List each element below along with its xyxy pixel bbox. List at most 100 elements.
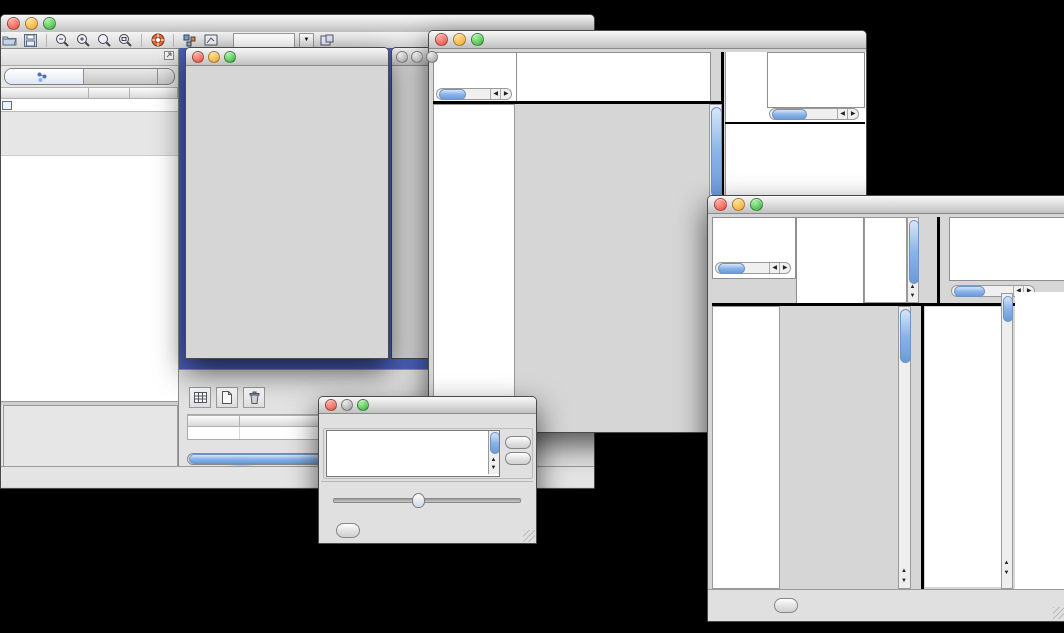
open-folder-icon[interactable] bbox=[1, 33, 18, 48]
move-up-button[interactable] bbox=[505, 436, 531, 449]
annotation-icon[interactable] bbox=[202, 33, 219, 48]
control-panel-tabs bbox=[4, 68, 175, 85]
treeview2-title-bar[interactable] bbox=[708, 196, 1064, 214]
similarity-matrix-canvas[interactable] bbox=[729, 124, 777, 172]
zoom-window-button[interactable] bbox=[750, 198, 763, 211]
minimize-button[interactable] bbox=[208, 51, 220, 63]
hscroll-thumb[interactable] bbox=[718, 263, 745, 274]
hscroll-thumb[interactable] bbox=[954, 286, 985, 297]
resize-grip[interactable] bbox=[1053, 607, 1064, 619]
network-view-canvas[interactable] bbox=[186, 66, 386, 357]
close-button[interactable] bbox=[325, 399, 337, 411]
move-down-button[interactable] bbox=[505, 452, 531, 465]
vscroll-thumb[interactable] bbox=[711, 107, 722, 197]
close-button[interactable] bbox=[396, 51, 408, 63]
hscroll-thumb[interactable] bbox=[439, 89, 466, 100]
column-label[interactable] bbox=[865, 218, 871, 302]
scroll-left-icon[interactable]: ◀ bbox=[490, 89, 501, 99]
scroll-down-icon[interactable]: ▼ bbox=[1002, 568, 1011, 578]
table-grid-icon[interactable] bbox=[189, 387, 211, 408]
animation-slider-thumb[interactable] bbox=[412, 493, 425, 508]
save-icon[interactable] bbox=[22, 33, 39, 48]
new-document-icon[interactable] bbox=[216, 387, 238, 408]
attribute-list-vscrollbar[interactable]: ▲ ▼ bbox=[488, 431, 499, 474]
vscroll-thumb[interactable] bbox=[490, 432, 500, 454]
usage-hints-hscrollbar[interactable]: ◀ ▶ bbox=[769, 108, 859, 120]
attribute-browser-icon[interactable] bbox=[318, 33, 335, 48]
tab-more-arrow[interactable] bbox=[158, 69, 174, 84]
treeview1-title-bar[interactable] bbox=[429, 31, 866, 49]
vscroll-thumb[interactable] bbox=[900, 309, 911, 363]
treeview2-buttons bbox=[774, 598, 798, 613]
network-view-canvas-2[interactable] bbox=[392, 66, 429, 357]
scroll-left-icon[interactable]: ◀ bbox=[837, 109, 848, 119]
help-lifesaver-icon[interactable] bbox=[149, 33, 166, 48]
minimize-button[interactable] bbox=[25, 17, 38, 30]
scroll-up-icon[interactable]: ▲ bbox=[899, 566, 909, 576]
zoom-window-button[interactable] bbox=[471, 33, 484, 46]
scroll-down-icon[interactable]: ▼ bbox=[908, 291, 917, 301]
expression-heatmap-canvas[interactable] bbox=[515, 104, 709, 401]
row-dendrogram-canvas[interactable] bbox=[434, 105, 514, 400]
close-button[interactable] bbox=[435, 33, 448, 46]
minimize-button[interactable] bbox=[453, 33, 466, 46]
view-status-panel: ◀ ▶ bbox=[712, 217, 796, 279]
column-dendrogram-canvas[interactable] bbox=[517, 53, 708, 101]
float-panel-icon[interactable] bbox=[164, 51, 174, 63]
column-dendrogram-panel[interactable] bbox=[796, 217, 864, 305]
row-dendrogram-canvas[interactable] bbox=[713, 307, 779, 588]
zoom-out-icon[interactable] bbox=[54, 33, 71, 48]
scroll-right-icon[interactable]: ▶ bbox=[847, 109, 858, 119]
vscroll-thumb[interactable] bbox=[1003, 296, 1013, 322]
zoom-window-button[interactable] bbox=[43, 17, 56, 30]
tab-vizmapper[interactable] bbox=[84, 69, 159, 84]
minimize-button[interactable] bbox=[732, 198, 745, 211]
search-dropdown-icon[interactable]: ▼ bbox=[299, 33, 314, 48]
close-button[interactable] bbox=[7, 17, 20, 30]
tab-network[interactable] bbox=[5, 69, 84, 84]
resize-grip[interactable] bbox=[523, 530, 535, 542]
trash-icon[interactable] bbox=[243, 387, 265, 408]
view-status-hscrollbar[interactable]: ◀ ▶ bbox=[715, 262, 791, 274]
dialog-title-bar[interactable] bbox=[319, 397, 536, 414]
animation-slider-track[interactable] bbox=[333, 498, 521, 503]
column-label[interactable] bbox=[727, 52, 733, 122]
zoom-fit-icon[interactable] bbox=[117, 33, 134, 48]
detail-heatmap-canvas[interactable] bbox=[925, 307, 1001, 587]
scroll-right-icon[interactable]: ▶ bbox=[779, 263, 790, 273]
row-dendrogram-panel[interactable] bbox=[712, 306, 780, 589]
scroll-up-icon[interactable]: ▲ bbox=[1002, 558, 1011, 568]
network-tree-empty bbox=[1, 155, 178, 402]
labels-vscrollbar[interactable]: ▲ ▼ bbox=[907, 217, 919, 303]
expression-heatmap-canvas[interactable] bbox=[780, 306, 898, 589]
scroll-down-icon[interactable]: ▼ bbox=[899, 576, 909, 586]
column-dendrogram-panel[interactable] bbox=[516, 52, 711, 104]
close-button[interactable] bbox=[714, 198, 727, 211]
view-status-hscrollbar[interactable]: ◀ ▶ bbox=[436, 88, 512, 100]
vscroll-thumb[interactable] bbox=[909, 220, 919, 284]
minimize-button[interactable] bbox=[341, 399, 353, 411]
scroll-down-icon[interactable]: ▼ bbox=[489, 463, 498, 473]
zoom-window-button[interactable] bbox=[357, 399, 369, 411]
network-table bbox=[1, 99, 178, 112]
treeview2-button[interactable] bbox=[774, 598, 798, 613]
row-dendrogram-panel[interactable] bbox=[433, 104, 515, 401]
zoom-window-button[interactable] bbox=[224, 51, 236, 63]
search-input[interactable] bbox=[233, 33, 295, 48]
usage-hints-panel bbox=[767, 52, 865, 108]
network-row[interactable] bbox=[1, 99, 178, 111]
network-window-title-bar[interactable] bbox=[186, 48, 388, 66]
network-row-icon bbox=[1, 99, 13, 111]
minimize-button[interactable] bbox=[411, 51, 423, 63]
zoom-in-icon[interactable] bbox=[75, 33, 92, 48]
network-nodes-icon[interactable] bbox=[181, 33, 198, 48]
close-button[interactable] bbox=[192, 51, 204, 63]
detail-vscrollbar[interactable]: ▲ ▼ bbox=[1001, 293, 1013, 589]
scroll-right-icon[interactable]: ▶ bbox=[500, 89, 511, 99]
zoom-window-button[interactable] bbox=[426, 51, 438, 63]
hscroll-thumb[interactable] bbox=[772, 109, 807, 120]
dialog-button[interactable] bbox=[336, 523, 360, 538]
zoom-selected-icon[interactable] bbox=[96, 33, 113, 48]
heatmap-vscrollbar[interactable]: ▲ ▼ bbox=[898, 306, 911, 589]
scroll-left-icon[interactable]: ◀ bbox=[769, 263, 780, 273]
